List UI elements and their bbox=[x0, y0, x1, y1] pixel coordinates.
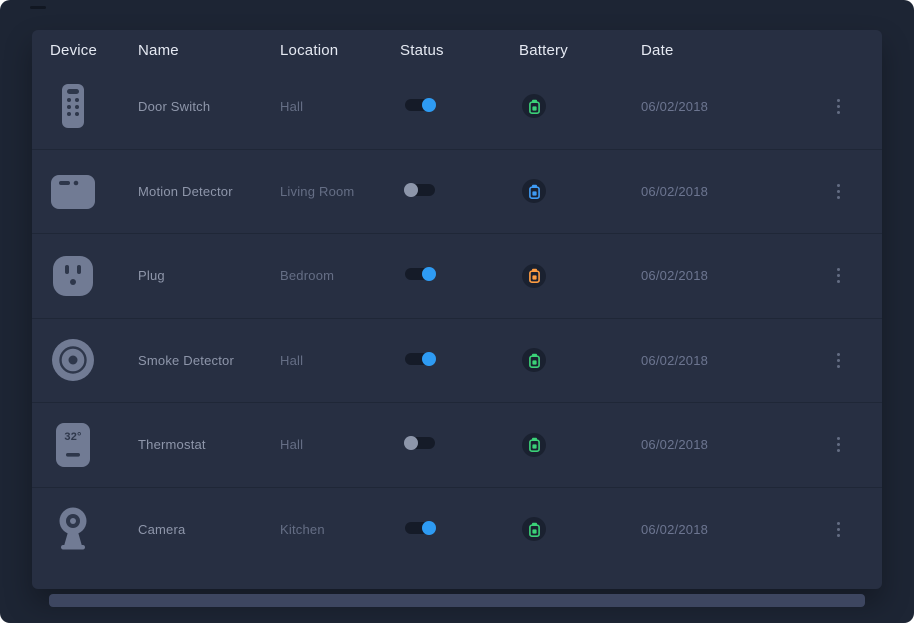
toggle-knob bbox=[422, 352, 436, 366]
device-name: Thermostat bbox=[138, 437, 280, 452]
app-background: DeviceNameLocationStatusBatteryDate Door… bbox=[0, 0, 914, 623]
device-date: 06/02/2018 bbox=[641, 437, 818, 452]
toggle-knob bbox=[422, 267, 436, 281]
toggle-knob bbox=[404, 183, 418, 197]
device-name: Door Switch bbox=[138, 99, 280, 114]
battery-icon bbox=[528, 437, 541, 452]
smoke-detector-icon bbox=[50, 337, 96, 383]
more-options-button[interactable] bbox=[833, 264, 844, 287]
more-options-button[interactable] bbox=[833, 349, 844, 372]
column-header-status: Status bbox=[400, 42, 519, 59]
column-header-device: Device bbox=[50, 42, 138, 59]
device-name: Camera bbox=[138, 522, 280, 537]
column-header-battery: Battery bbox=[519, 42, 641, 59]
battery-indicator bbox=[522, 348, 546, 372]
device-date: 06/02/2018 bbox=[641, 184, 818, 199]
table-row: Plug Bedroom 06/02/2018 bbox=[32, 233, 882, 318]
status-toggle[interactable] bbox=[405, 437, 435, 449]
status-toggle[interactable] bbox=[405, 184, 435, 196]
stacked-card-edge bbox=[49, 594, 865, 607]
device-location: Living Room bbox=[280, 184, 400, 199]
thermostat-icon: 32° bbox=[50, 422, 96, 468]
more-options-button[interactable] bbox=[833, 95, 844, 118]
column-header-date: Date bbox=[641, 42, 818, 59]
table-row: 32° Thermostat Hall 06/02/2018 bbox=[32, 402, 882, 487]
device-name: Motion Detector bbox=[138, 184, 280, 199]
battery-icon bbox=[528, 522, 541, 537]
device-date: 06/02/2018 bbox=[641, 522, 818, 537]
device-name: Smoke Detector bbox=[138, 353, 280, 368]
remote-icon bbox=[50, 83, 96, 129]
device-location: Hall bbox=[280, 99, 400, 114]
plug-icon bbox=[50, 253, 96, 299]
toggle-knob bbox=[422, 98, 436, 112]
device-location: Kitchen bbox=[280, 522, 400, 537]
table-row: Camera Kitchen 06/02/2018 bbox=[32, 487, 882, 572]
device-location: Hall bbox=[280, 353, 400, 368]
table-header: DeviceNameLocationStatusBatteryDate bbox=[32, 30, 882, 64]
battery-icon bbox=[528, 184, 541, 199]
motion-detector-icon bbox=[50, 168, 96, 214]
table-body: Door Switch Hall 06/02/2018 Motion Detec… bbox=[32, 64, 882, 571]
battery-indicator bbox=[522, 517, 546, 541]
battery-indicator bbox=[522, 433, 546, 457]
device-date: 06/02/2018 bbox=[641, 99, 818, 114]
device-date: 06/02/2018 bbox=[641, 353, 818, 368]
status-toggle[interactable] bbox=[405, 268, 435, 280]
more-options-button[interactable] bbox=[833, 180, 844, 203]
device-table-panel: DeviceNameLocationStatusBatteryDate Door… bbox=[32, 30, 882, 589]
battery-icon bbox=[528, 353, 541, 368]
column-header-name: Name bbox=[138, 42, 280, 59]
battery-icon bbox=[528, 268, 541, 283]
device-name: Plug bbox=[138, 268, 280, 283]
status-toggle[interactable] bbox=[405, 353, 435, 365]
device-date: 06/02/2018 bbox=[641, 268, 818, 283]
table-row: Motion Detector Living Room 06/02/2018 bbox=[32, 149, 882, 234]
table-row: Smoke Detector Hall 06/02/2018 bbox=[32, 318, 882, 403]
device-location: Bedroom bbox=[280, 268, 400, 283]
toggle-knob bbox=[422, 521, 436, 535]
battery-indicator bbox=[522, 179, 546, 203]
more-options-button[interactable] bbox=[833, 518, 844, 541]
device-location: Hall bbox=[280, 437, 400, 452]
svg-text:32°: 32° bbox=[64, 431, 81, 443]
camera-icon bbox=[50, 506, 96, 552]
table-row: Door Switch Hall 06/02/2018 bbox=[32, 64, 882, 149]
battery-indicator bbox=[522, 94, 546, 118]
status-toggle[interactable] bbox=[405, 99, 435, 111]
battery-icon bbox=[528, 99, 541, 114]
top-accent-dash bbox=[30, 6, 46, 9]
battery-indicator bbox=[522, 264, 546, 288]
status-toggle[interactable] bbox=[405, 522, 435, 534]
column-header-location: Location bbox=[280, 42, 400, 59]
more-options-button[interactable] bbox=[833, 433, 844, 456]
toggle-knob bbox=[404, 436, 418, 450]
